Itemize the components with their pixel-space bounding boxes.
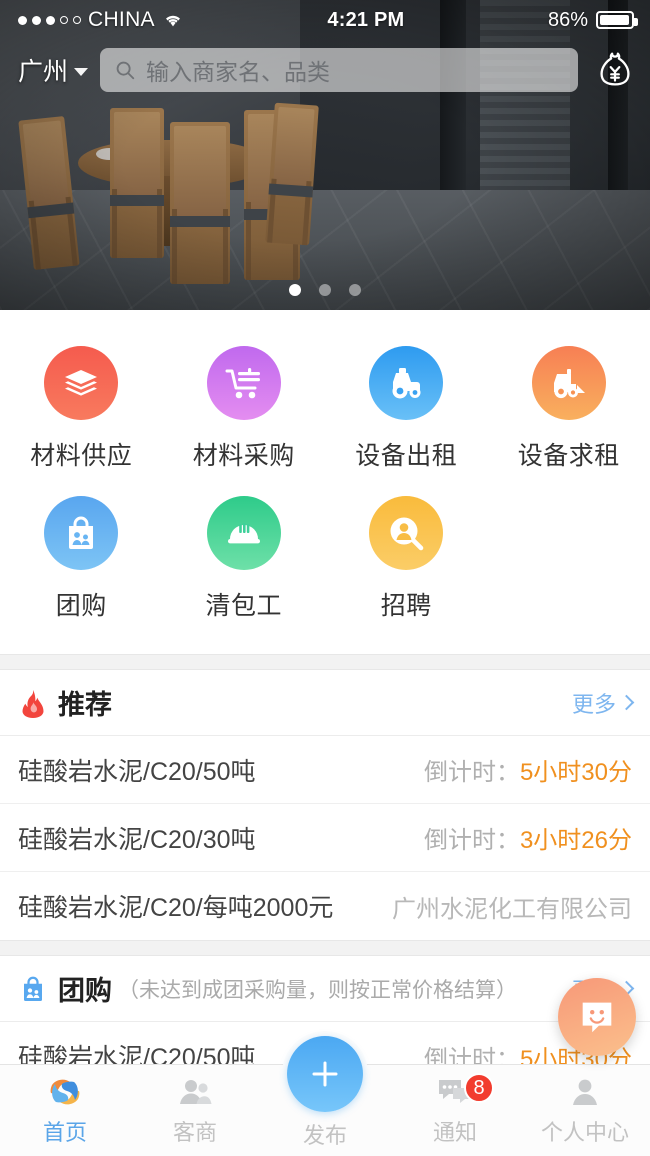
status-left: CHINA xyxy=(0,8,184,32)
item-meta: 倒计时：3小时26分 xyxy=(424,820,632,855)
section-divider xyxy=(0,654,650,670)
item-name: 硅酸岩水泥/C20/30吨 xyxy=(18,825,256,854)
section-note: （未达到成团采购量，则按正常价格结算） xyxy=(118,978,517,1002)
section-title: 推荐 xyxy=(58,690,112,720)
status-right: 86% xyxy=(548,9,650,32)
category-empty-slot xyxy=(488,482,650,632)
category-equipment-rent-out[interactable]: 设备出租 xyxy=(325,332,488,482)
group-bag-icon xyxy=(24,976,42,1001)
battery-icon xyxy=(596,11,638,29)
item-meta: 倒计时：5小时30分 xyxy=(424,752,632,787)
contacts-icon xyxy=(180,1079,212,1104)
section-divider xyxy=(0,940,650,956)
bottom-tab-bar: 首页 客商 发布 8 通知 个人中心 xyxy=(0,1031,650,1156)
category-labor-contract[interactable]: 清包工 xyxy=(163,482,326,632)
category-label: 招聘 xyxy=(380,592,432,620)
tractor-icon xyxy=(369,346,444,420)
person-icon xyxy=(573,1079,597,1105)
carrier-label: CHINA xyxy=(88,8,155,31)
tab-label: 客商 xyxy=(172,1119,217,1145)
publish-button-wrapper[interactable] xyxy=(282,1031,368,1117)
pagination-dot-3[interactable] xyxy=(349,284,361,296)
category-label: 材料采购 xyxy=(192,442,295,470)
tab-merchants[interactable]: 客商 xyxy=(130,1065,260,1156)
tab-label: 发布 xyxy=(302,1122,347,1148)
chat-fab-button[interactable] xyxy=(558,978,636,1056)
signal-strength-dots xyxy=(18,15,81,25)
tab-profile[interactable]: 个人中心 xyxy=(520,1065,650,1156)
hard-hat-icon xyxy=(206,496,281,570)
item-meta: 广州水泥化工有限公司 xyxy=(392,895,632,923)
item-meta-label: 倒计时： xyxy=(423,759,520,786)
recommend-header: 推荐 更多 xyxy=(0,670,650,736)
banner-pagination[interactable] xyxy=(0,284,650,296)
category-material-supply[interactable]: 材料供应 xyxy=(0,332,163,482)
category-label: 清包工 xyxy=(205,592,282,620)
chevron-right-icon xyxy=(618,694,635,711)
groupbuy-header: 团购 （未达到成团采购量，则按正常价格结算） 更多 xyxy=(0,956,650,1022)
search-icon xyxy=(116,61,135,80)
category-label: 材料供应 xyxy=(30,442,133,470)
list-item[interactable]: 硅酸岩水泥/C20/30吨 倒计时：3小时26分 xyxy=(0,804,650,872)
pagination-dot-2[interactable] xyxy=(319,284,331,296)
tab-home[interactable]: 首页 xyxy=(0,1065,130,1156)
pagination-dot-1[interactable] xyxy=(289,284,301,296)
item-meta-value: 3小时26分 xyxy=(519,827,632,854)
home-swirl-icon xyxy=(50,1079,80,1104)
publish-button[interactable] xyxy=(287,1036,363,1112)
notification-badge: 8 xyxy=(464,1073,495,1103)
battery-percent-label: 86% xyxy=(547,8,588,31)
recommend-section: 推荐 更多 硅酸岩水泥/C20/50吨 倒计时：5小时30分 硅酸岩水泥/C20… xyxy=(0,670,650,940)
category-equipment-rent-seek[interactable]: 设备求租 xyxy=(488,332,650,482)
search-input[interactable]: 输入商家名、品类 xyxy=(100,48,578,92)
category-group-buy[interactable]: 团购 xyxy=(0,482,163,632)
search-placeholder-text: 输入商家名、品类 xyxy=(146,59,331,85)
plus-icon xyxy=(312,1061,338,1087)
smiley-chat-icon xyxy=(582,1002,612,1033)
tab-publish[interactable]: 发布 xyxy=(260,1031,390,1156)
tab-label: 通知 xyxy=(432,1119,477,1145)
category-label: 设备出租 xyxy=(355,442,458,470)
chevron-down-icon xyxy=(74,68,89,76)
city-label: 广州 xyxy=(18,58,69,86)
layers-icon xyxy=(44,346,119,420)
tab-label: 个人中心 xyxy=(540,1119,629,1145)
category-material-purchase[interactable]: 材料采购 xyxy=(163,332,326,482)
list-item[interactable]: 硅酸岩水泥/C20/每吨2000元 广州水泥化工有限公司 xyxy=(0,872,650,940)
bulldozer-icon xyxy=(531,346,606,420)
category-grid: 材料供应 材料采购 设备出租 设备求租 团购 清包工 招聘 xyxy=(0,310,650,654)
category-label: 团购 xyxy=(55,592,107,620)
group-bag-icon xyxy=(44,496,119,570)
recommend-more-link[interactable]: 更多 xyxy=(571,687,635,719)
wifi-icon xyxy=(165,15,180,27)
item-name: 硅酸岩水泥/C20/50吨 xyxy=(18,757,256,786)
hero-banner[interactable]: CHINA 4:21 PM 86% 广州 输入商家名、品类 xyxy=(0,0,650,310)
person-search-icon xyxy=(369,496,444,570)
shopping-cart-icon xyxy=(206,346,281,420)
item-meta-value: 5小时30分 xyxy=(519,759,632,786)
money-bag-icon[interactable] xyxy=(592,47,638,93)
city-selector[interactable]: 广州 xyxy=(0,52,89,88)
list-item[interactable]: 硅酸岩水泥/C20/50吨 倒计时：5小时30分 xyxy=(0,736,650,804)
category-label: 设备求租 xyxy=(517,442,620,470)
flame-icon xyxy=(22,689,44,718)
app-root: CHINA 4:21 PM 86% 广州 输入商家名、品类 材料供应 材料采购 … xyxy=(0,0,650,1156)
section-title: 团购 xyxy=(58,976,112,1006)
item-meta-label: 倒计时： xyxy=(423,827,520,854)
tab-notifications[interactable]: 8 通知 xyxy=(390,1065,520,1156)
search-header: 广州 输入商家名、品类 xyxy=(0,44,650,96)
item-name: 硅酸岩水泥/C20/每吨2000元 xyxy=(18,894,334,922)
tab-label: 首页 xyxy=(42,1119,87,1145)
category-recruitment[interactable]: 招聘 xyxy=(325,482,488,632)
clock: 4:21 PM xyxy=(327,8,405,31)
status-bar: CHINA 4:21 PM 86% xyxy=(0,0,650,40)
more-label: 更多 xyxy=(571,691,616,717)
